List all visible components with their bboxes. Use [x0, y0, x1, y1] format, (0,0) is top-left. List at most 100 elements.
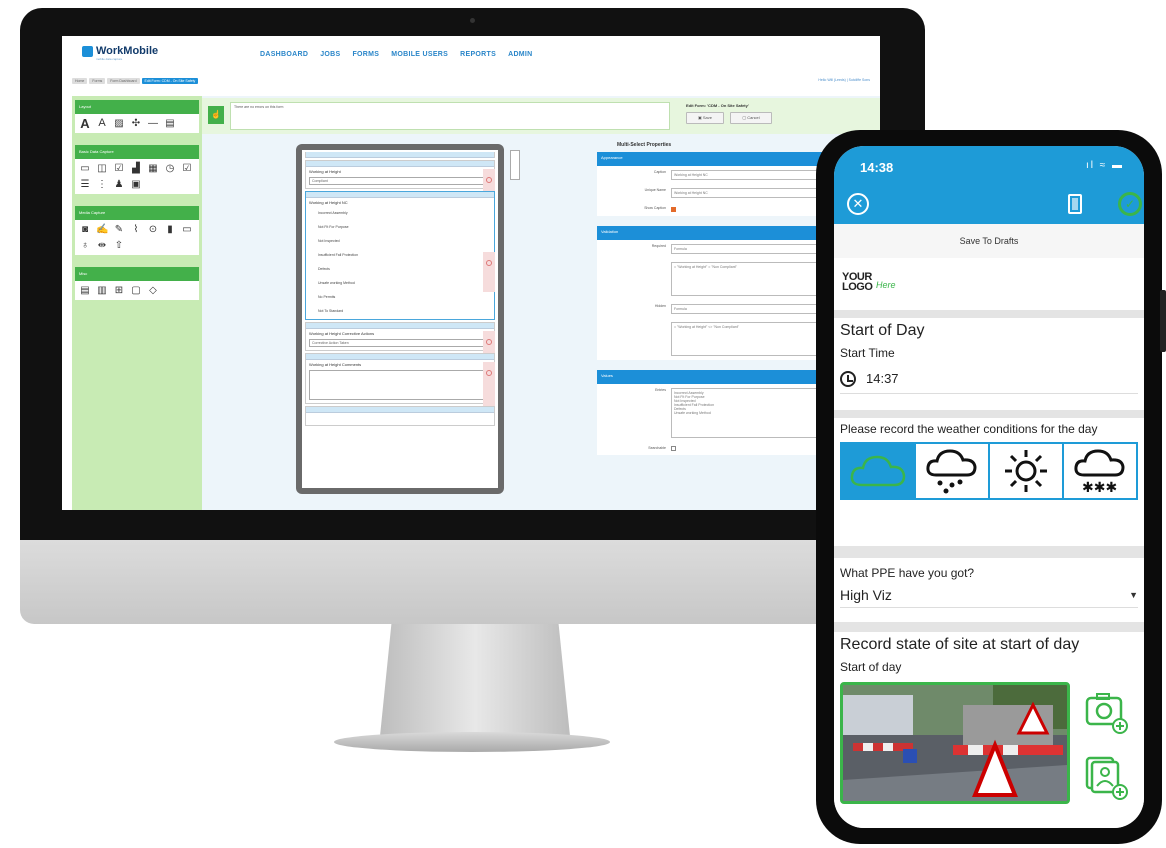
divider-icon[interactable]: ✣ — [130, 118, 142, 129]
option-item[interactable]: Unsafe working Method — [306, 277, 494, 291]
logo-mark-icon — [82, 45, 93, 57]
crumb-form-dashboard[interactable]: Form Dashboard — [107, 78, 140, 84]
crumb-home[interactable]: Home — [72, 78, 88, 84]
chart-icon[interactable]: ▟ — [130, 163, 142, 174]
nav-mobile-users[interactable]: MOBILE USERS — [391, 51, 448, 58]
text-field-icon[interactable]: ▭ — [79, 163, 91, 174]
nav-dashboard[interactable]: DASHBOARD — [260, 51, 308, 58]
save-button[interactable]: ▣ Save — [686, 112, 724, 124]
weather-option-cloud[interactable] — [842, 444, 916, 498]
ppe-value: High Viz — [840, 586, 892, 603]
field-block[interactable] — [305, 152, 495, 158]
unique-name-label: Unique Name — [644, 188, 666, 192]
validation-bar: ☝ There are no errors on this form Edit … — [202, 98, 880, 134]
crumb-forms[interactable]: Forms — [89, 78, 106, 84]
caption-label: Caption — [653, 170, 666, 174]
option-item[interactable]: Not Fit For Purpose — [306, 221, 494, 235]
image-icon[interactable]: ▨ — [113, 118, 125, 129]
list-icon[interactable]: ☰ — [79, 179, 91, 190]
tree-icon[interactable]: ⋮ — [96, 179, 108, 190]
form-icon[interactable]: ▤ — [79, 285, 91, 296]
option-item[interactable]: Incorrect Assembly — [306, 207, 494, 221]
site-photo[interactable] — [840, 682, 1070, 804]
phone-screen: 14:38 ıl ≈ ▬ ✕ ✓ Save To Drafts YOUR LOG… — [834, 146, 1144, 828]
weather-option-rain[interactable] — [916, 444, 990, 498]
searchable-checkbox[interactable] — [671, 446, 676, 451]
site-photo-section: Record state of site at start of day Sta… — [834, 632, 1144, 828]
camera-icon[interactable]: ◙ — [79, 224, 91, 235]
weather-option-snow[interactable]: ✱✱✱ — [1064, 444, 1136, 498]
lookup-icon[interactable]: ⊞ — [113, 285, 125, 296]
searchable-label: Searchable — [648, 446, 666, 450]
option-item[interactable]: Not To Standard — [306, 305, 494, 319]
option-item[interactable]: Not Inspected — [306, 235, 494, 249]
field-block[interactable]: Working at Height Comments — [305, 353, 495, 411]
field-textarea[interactable] — [309, 370, 491, 400]
brand-logo[interactable]: WorkMobile mobile data capture — [82, 45, 158, 61]
upload-icon[interactable]: ⇧ — [113, 240, 125, 251]
show-caption-checkbox[interactable] — [671, 207, 676, 212]
logo-text-here: Here — [876, 280, 896, 290]
checkbox-icon[interactable]: ☑ — [113, 163, 125, 174]
draw-icon[interactable]: ✎ — [113, 224, 125, 235]
save-to-drafts-button[interactable]: Save To Drafts — [834, 224, 1144, 258]
take-photo-button[interactable] — [1084, 690, 1130, 736]
calendar-icon[interactable]: ▦ — [147, 163, 159, 174]
start-time-field[interactable]: 14:37 — [840, 364, 1138, 394]
weather-option-sun[interactable] — [990, 444, 1064, 498]
breadcrumb: Home Forms Form Dashboard Edit Form: CDM… — [72, 78, 199, 84]
multi-check-icon[interactable]: ☑ — [181, 163, 193, 174]
tablet-preview: Working at Height Compliant Working at H… — [296, 144, 504, 494]
cancel-button[interactable]: ▢ Cancel — [730, 112, 772, 124]
person-icon[interactable]: ♟ — [113, 179, 125, 190]
gallery-add-icon — [1085, 756, 1128, 800]
page-icon[interactable]: ▤ — [164, 118, 176, 129]
status-bar: 14:38 ıl ≈ ▬ — [834, 146, 1144, 186]
camera-add-icon — [1085, 693, 1128, 734]
option-item[interactable]: Insufficient Fall Protection — [306, 249, 494, 263]
option-item[interactable]: Defects — [306, 263, 494, 277]
nav-reports[interactable]: REPORTS — [460, 51, 496, 58]
document-icon[interactable] — [1068, 194, 1082, 214]
delete-field-button[interactable] — [483, 252, 495, 292]
gallery-photo-button[interactable] — [1084, 754, 1130, 800]
field-dropdown[interactable]: Corrective Action Taken — [309, 339, 491, 347]
close-icon[interactable]: ✕ — [847, 193, 869, 215]
user-info[interactable]: Hello Will (Leeds) | Sutcliffe Sons — [818, 78, 870, 82]
field-dropdown[interactable]: Compliant — [309, 177, 491, 185]
nav-admin[interactable]: ADMIN — [508, 51, 532, 58]
text-large-icon[interactable]: A — [79, 117, 91, 130]
field-block-selected[interactable]: Working at Height NC Incorrect Assembly … — [305, 191, 495, 320]
text-medium-icon[interactable]: A — [96, 118, 108, 129]
sub-form-icon[interactable]: ▥ — [96, 285, 108, 296]
tag-icon[interactable]: ◇ — [147, 285, 159, 296]
time-icon[interactable]: ◷ — [164, 163, 176, 174]
device-toggle-icon[interactable] — [510, 150, 520, 180]
option-item[interactable]: No Permits — [306, 291, 494, 305]
field-block[interactable]: Working at Height Corrective Actions Cor… — [305, 322, 495, 358]
rain-icon — [926, 449, 977, 494]
audio-icon[interactable]: ♁ — [79, 240, 91, 251]
palette-group-title: Misc — [75, 267, 199, 281]
line-icon[interactable]: — — [147, 118, 159, 129]
field-block[interactable]: Working at Height Compliant — [305, 160, 495, 196]
field-block[interactable] — [305, 406, 495, 426]
app-header: WorkMobile mobile data capture DASHBOARD… — [62, 36, 880, 84]
location-icon[interactable]: ⊙ — [147, 224, 159, 235]
svg-text:✱✱✱: ✱✱✱ — [1082, 480, 1117, 495]
number-field-icon[interactable]: ◫ — [96, 163, 108, 174]
nav-forms[interactable]: FORMS — [352, 51, 379, 58]
delete-field-button[interactable] — [483, 362, 495, 411]
signature-icon[interactable]: ✍ — [96, 224, 108, 235]
submit-check-icon[interactable]: ✓ — [1118, 192, 1142, 216]
panel-icon[interactable]: ▢ — [130, 285, 142, 296]
nav-jobs[interactable]: JOBS — [320, 51, 340, 58]
video-icon[interactable]: ▭ — [181, 224, 193, 235]
keyboard-icon[interactable]: ▣ — [130, 179, 142, 190]
form-designer: ☝ There are no errors on this form Edit … — [202, 96, 880, 510]
barcode-icon[interactable]: ▮ — [164, 224, 176, 235]
field-label: Working at Height Corrective Actions — [309, 331, 375, 336]
ppe-dropdown[interactable]: High Viz ▼ — [840, 582, 1138, 608]
distance-icon[interactable]: ⇹ — [96, 240, 108, 251]
attachment-icon[interactable]: ⌇ — [130, 224, 142, 235]
